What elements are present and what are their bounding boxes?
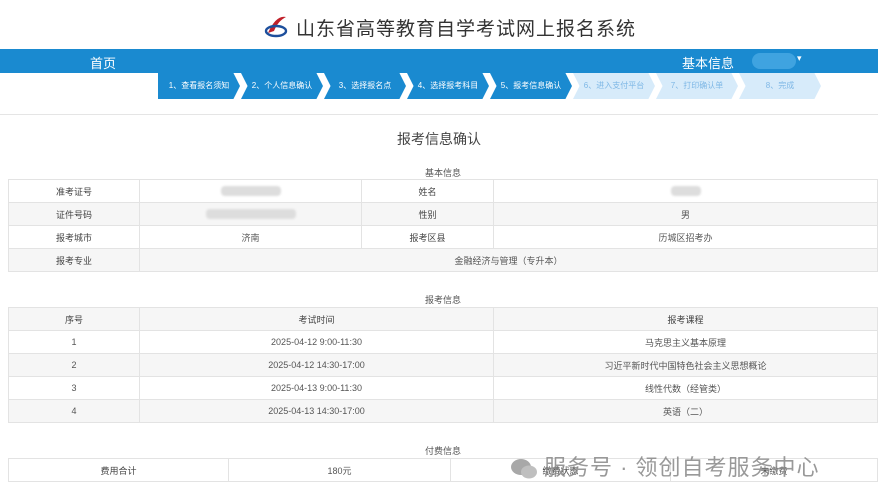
exam-info-heading: 报考信息 bbox=[424, 295, 461, 305]
city-label: 报考城市 bbox=[8, 225, 140, 249]
admit-number-value bbox=[139, 179, 362, 203]
total-fee-label: 费用合计 bbox=[8, 458, 229, 482]
nav-home-link[interactable]: 首页 bbox=[90, 53, 116, 72]
watermark: 服务号 · 领创自考服务中心 bbox=[510, 450, 820, 482]
progress-steps: 1、查看报名须知 2、个人信息确认 3、选择报名点 4、选择报考科目 5、报考信… bbox=[158, 73, 822, 99]
table-row: 2 2025-04-12 14:30-17:00 习近平新时代中国特色社会主义思… bbox=[8, 353, 878, 377]
gender-label: 性别 bbox=[361, 202, 494, 226]
exam-info-table: 序号 考试时间 报考课程 1 2025-04-12 9:00-11:30 马克思… bbox=[8, 307, 878, 423]
table-row: 报考城市 济南 报考区县 历城区招考办 bbox=[8, 225, 878, 249]
chevron-down-icon[interactable]: ▾ bbox=[797, 53, 802, 64]
basic-info-heading: 基本信息 bbox=[424, 168, 461, 178]
row-index: 4 bbox=[8, 399, 140, 423]
table-row: 4 2025-04-13 14:30-17:00 英语（二） bbox=[8, 399, 878, 423]
top-nav: 首页 基本信息 ▾ bbox=[0, 49, 878, 73]
row-time: 2025-04-13 14:30-17:00 bbox=[139, 399, 494, 423]
step-1: 1、查看报名须知 bbox=[158, 73, 240, 99]
row-index: 1 bbox=[8, 330, 140, 354]
id-number-label: 证件号码 bbox=[8, 202, 140, 226]
nav-basic-info-link[interactable]: 基本信息 bbox=[682, 53, 734, 72]
step-6: 6、进入支付平台 bbox=[573, 73, 655, 99]
header: 山东省高等教育自学考试网上报名系统 bbox=[0, 0, 878, 48]
district-label: 报考区县 bbox=[361, 225, 494, 249]
name-value bbox=[493, 179, 878, 203]
table-row: 1 2025-04-12 9:00-11:30 马克思主义基本原理 bbox=[8, 330, 878, 354]
page-title: 报考信息确认 bbox=[397, 131, 481, 147]
total-fee-value: 180元 bbox=[228, 458, 451, 482]
major-value: 金融经济与管理（专升本） bbox=[139, 248, 878, 272]
step-4: 4、选择报考科目 bbox=[407, 73, 489, 99]
table-header-row: 序号 考试时间 报考课程 bbox=[8, 307, 878, 331]
gender-value: 男 bbox=[493, 202, 878, 226]
city-value: 济南 bbox=[139, 225, 362, 249]
row-time: 2025-04-12 14:30-17:00 bbox=[139, 353, 494, 377]
content-panel bbox=[0, 114, 878, 115]
watermark-text: 服务号 · 领创自考服务中心 bbox=[544, 455, 820, 480]
row-course: 英语（二） bbox=[493, 399, 878, 423]
district-value: 历城区招考办 bbox=[493, 225, 878, 249]
row-time: 2025-04-13 9:00-11:30 bbox=[139, 376, 494, 400]
wechat-icon bbox=[511, 459, 537, 479]
user-menu[interactable] bbox=[752, 53, 796, 69]
row-course: 马克思主义基本原理 bbox=[493, 330, 878, 354]
col-header-course: 报考课程 bbox=[493, 307, 878, 331]
table-row: 3 2025-04-13 9:00-11:30 线性代数（经管类） bbox=[8, 376, 878, 400]
row-course: 习近平新时代中国特色社会主义思想概论 bbox=[493, 353, 878, 377]
step-2: 2、个人信息确认 bbox=[241, 73, 323, 99]
col-header-time: 考试时间 bbox=[139, 307, 494, 331]
basic-info-table: 准考证号 姓名 证件号码 性别 男 报考城市 济南 报考区县 历城区招考办 报考… bbox=[8, 179, 878, 272]
admit-number-label: 准考证号 bbox=[8, 179, 140, 203]
row-course: 线性代数（经管类） bbox=[493, 376, 878, 400]
id-number-value bbox=[139, 202, 362, 226]
step-3: 3、选择报名点 bbox=[324, 73, 406, 99]
table-row: 准考证号 姓名 bbox=[8, 179, 878, 203]
step-7: 7、打印确认单 bbox=[656, 73, 738, 99]
name-label: 姓名 bbox=[361, 179, 494, 203]
table-row: 报考专业 金融经济与管理（专升本） bbox=[8, 248, 878, 272]
table-row: 证件号码 性别 男 bbox=[8, 202, 878, 226]
step-8: 8、完成 bbox=[739, 73, 821, 99]
col-header-index: 序号 bbox=[8, 307, 140, 331]
row-time: 2025-04-12 9:00-11:30 bbox=[139, 330, 494, 354]
row-index: 3 bbox=[8, 376, 140, 400]
row-index: 2 bbox=[8, 353, 140, 377]
site-title: 山东省高等教育自学考试网上报名系统 bbox=[296, 19, 637, 40]
major-label: 报考专业 bbox=[8, 248, 140, 272]
step-5: 5、报考信息确认 bbox=[490, 73, 572, 99]
exam-logo-icon bbox=[264, 16, 288, 38]
